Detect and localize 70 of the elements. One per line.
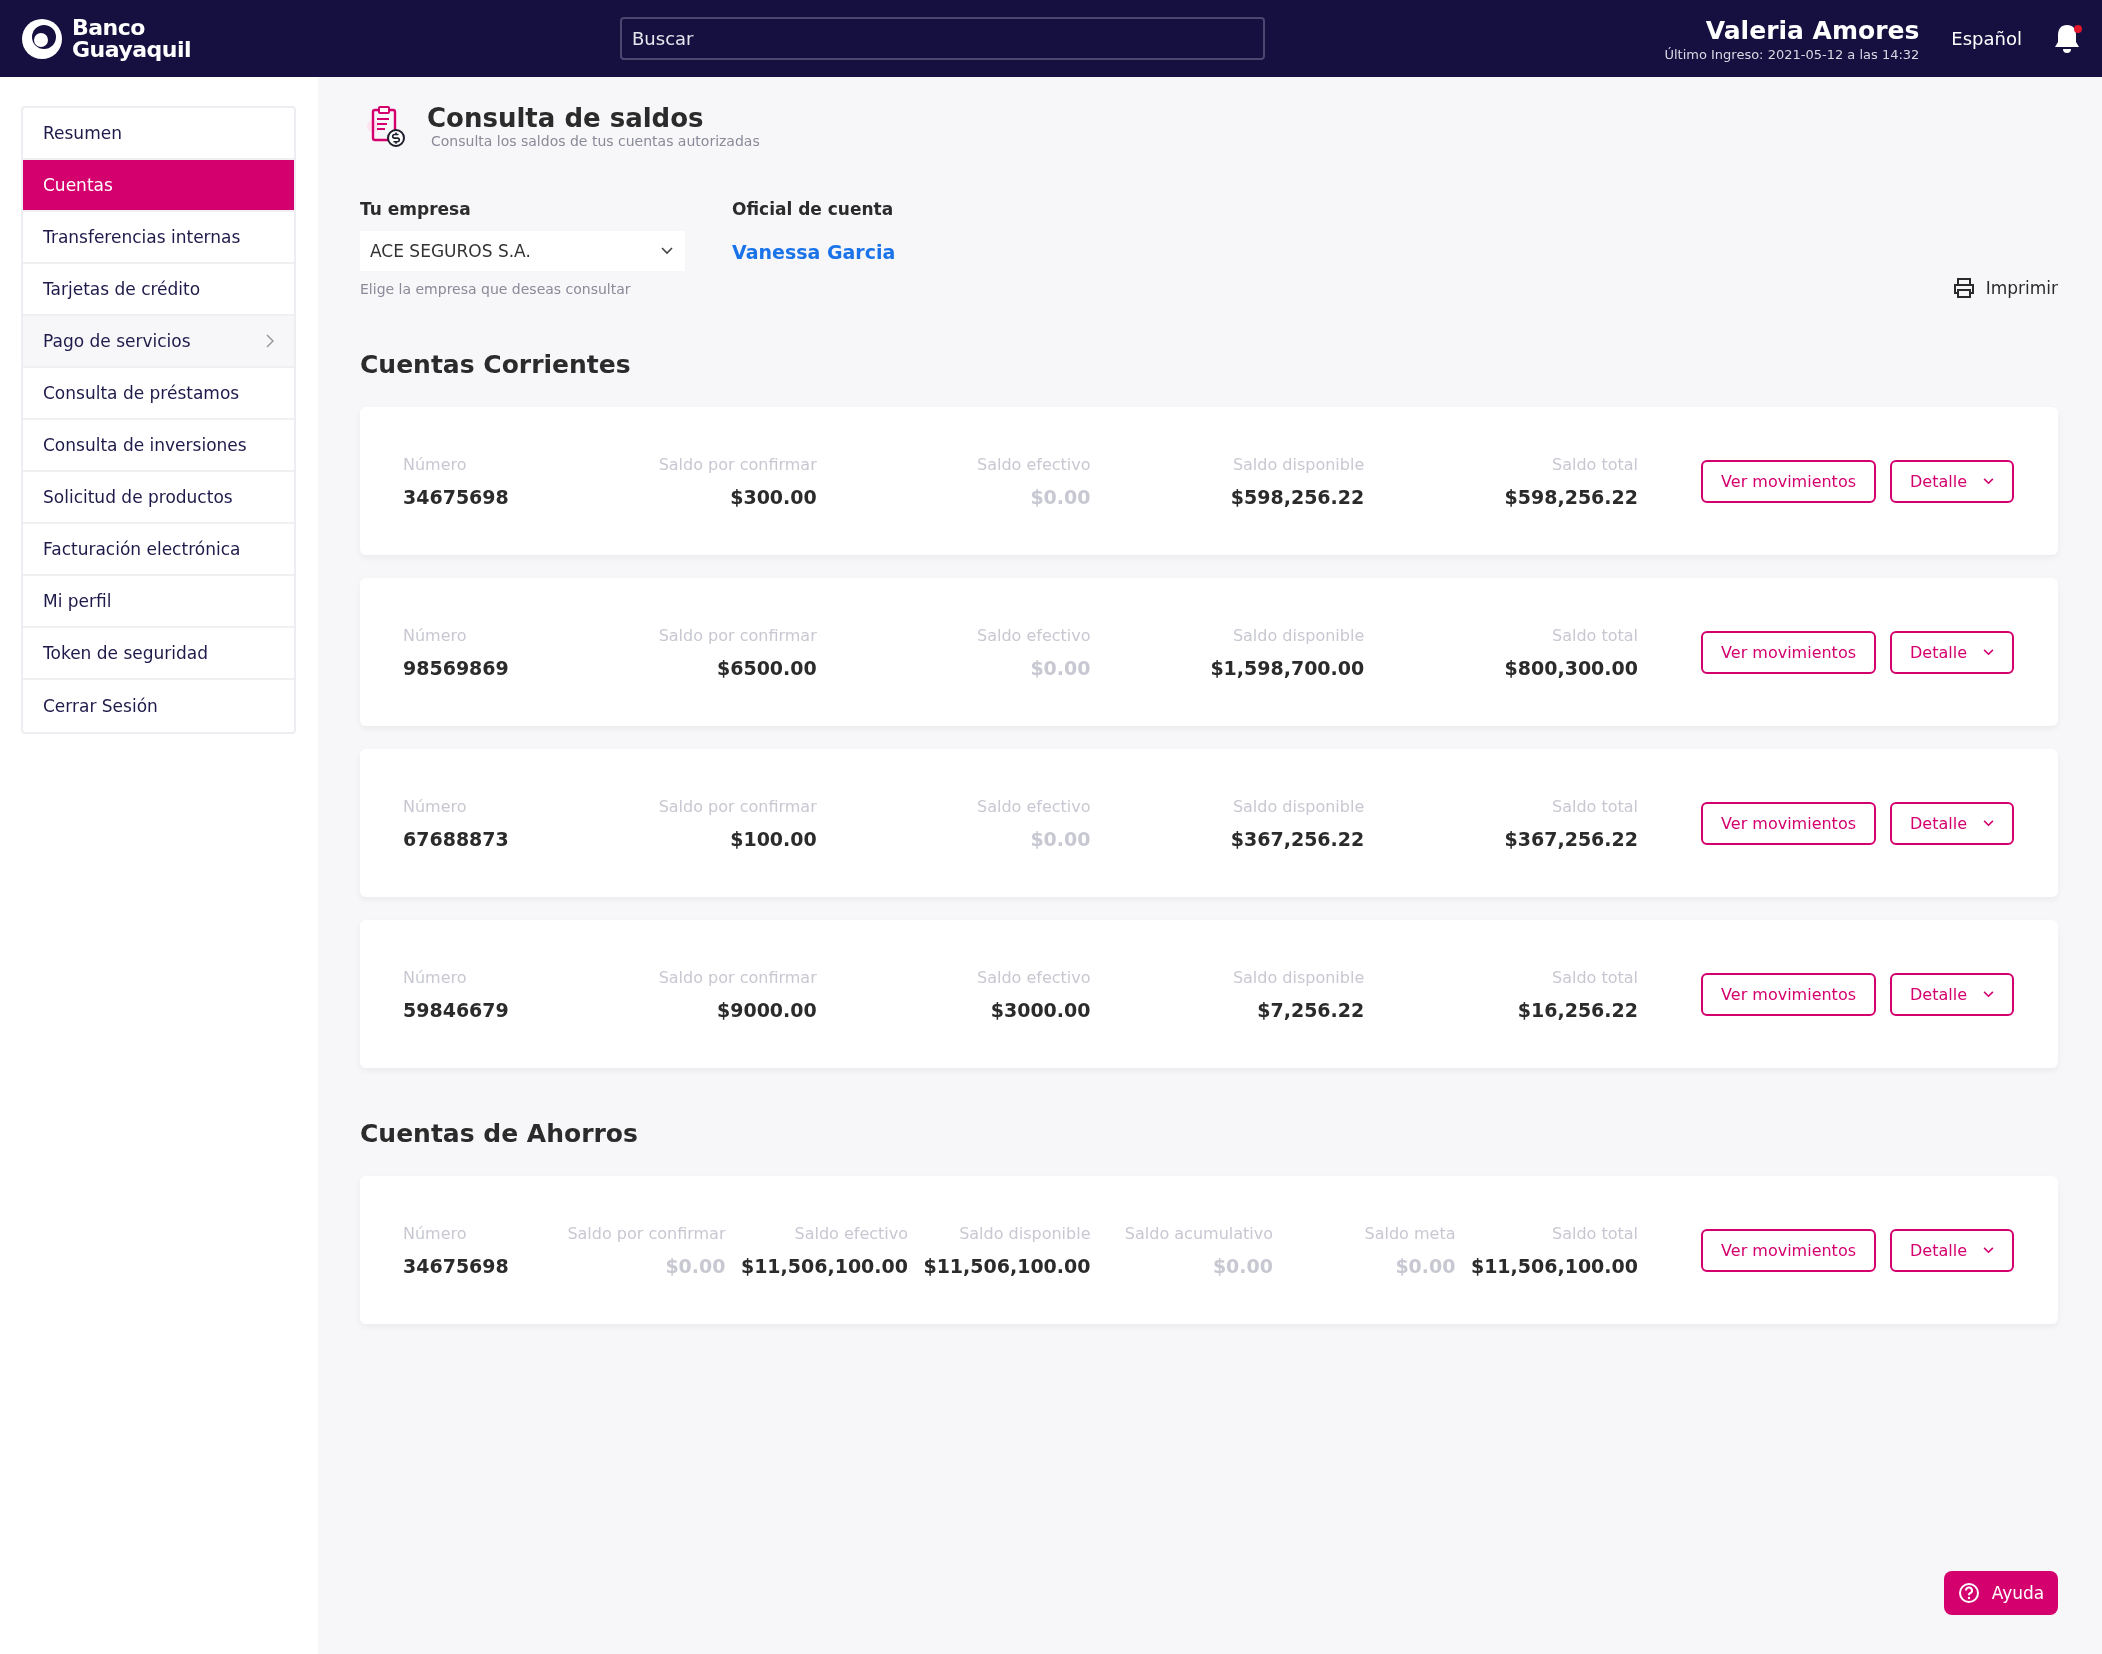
detail-button[interactable]: Detalle [1890,459,2014,503]
field-value: $6500.00 [717,656,817,679]
detail-button[interactable]: Detalle [1890,972,2014,1016]
company-hint: Elige la empresa que deseas consultar [360,281,632,297]
receipt-dollar-icon [367,104,407,148]
company-dropdown[interactable]: ACE SEGUROS S.A. [360,231,685,271]
print-button[interactable]: Imprimir [1951,277,2058,299]
view-movements-button[interactable]: Ver movimientos [1701,459,1876,503]
search-field[interactable]: Buscar [620,17,1265,60]
question-icon [1957,1582,1980,1604]
field-value: $3000.00 [990,998,1091,1021]
detail-button[interactable]: Detalle [1890,630,2014,674]
view-movements-button[interactable]: Ver movimientos [1701,1228,1876,1272]
field-value: 67688873 [403,827,509,850]
sidebar-item[interactable]: Pago de servicios [23,316,294,368]
sidebar-item[interactable]: Solicitud de productos [23,472,294,524]
last-login-text: Último Ingreso: 2021-05-12 a las 14:32 [1664,46,1920,62]
sidebar-item[interactable]: Token de seguridad [23,628,294,680]
sidebar-item[interactable]: Facturación electrónica [23,524,294,576]
help-button[interactable]: Ayuda [1944,1571,2058,1615]
field-value: $11,506,100.00 [740,1254,908,1277]
chevron-down-icon [1983,1246,1994,1254]
printer-icon [1951,277,1976,299]
field-value: $367,256.22 [1504,827,1638,850]
field-value: 59846679 [403,998,509,1021]
officer-label: Oficial de cuenta [732,199,895,219]
chevron-down-icon [661,247,673,255]
bank-name: Guayaquil [72,38,192,61]
field-value: $1,598,700.00 [1210,656,1365,679]
bell-icon[interactable] [2052,22,2082,55]
officer-link[interactable]: Vanessa Garcia [732,241,896,263]
sidebar-item[interactable]: Cerrar Sesión [23,680,294,732]
field-value: 34675698 [403,485,509,508]
detail-button[interactable]: Detalle [1890,801,2014,845]
chevron-right-icon [266,334,274,348]
field-value: $598,256.22 [1230,485,1365,508]
bank-name: Banco [72,16,146,39]
field-value: $7,256.22 [1257,998,1365,1021]
language-selector[interactable]: Español [1951,28,2022,49]
field-value: 34675698 [403,1254,509,1277]
chevron-down-icon [1983,477,1994,485]
sidebar-item[interactable]: Transferencias internas [23,212,294,264]
detail-button[interactable]: Detalle [1890,1228,2014,1272]
field-value: $367,256.22 [1230,827,1365,850]
logo-icon[interactable] [20,16,64,61]
field-value: $11,506,100.00 [1470,1254,1638,1277]
view-movements-button[interactable]: Ver movimientos [1701,801,1876,845]
view-movements-button[interactable]: Ver movimientos [1701,630,1876,674]
sidebar-item[interactable]: Consulta de inversiones [23,420,294,472]
field-value: $300.00 [730,485,817,508]
sidebar-item[interactable]: Cuentas [23,160,294,212]
chevron-down-icon [1983,819,1994,827]
field-value: $800,300.00 [1504,656,1638,679]
sidebar-item[interactable]: Consulta de préstamos [23,368,294,420]
page-subtitle: Consulta los saldos de tus cuentas autorizadas [431,133,760,149]
page-title: Consulta de saldos [427,103,705,133]
user-name: Valeria Amores [1705,15,1920,45]
field-value: $100.00 [730,827,817,850]
field-value: 98569869 [403,656,509,679]
field-value: $9000.00 [717,998,817,1021]
sidebar-item[interactable]: Mi perfil [23,576,294,628]
company-label: Tu empresa [360,199,472,219]
field-value: $598,256.22 [1504,485,1638,508]
section-title: Cuentas Corrientes [360,350,632,379]
view-movements-button[interactable]: Ver movimientos [1701,972,1876,1016]
chevron-down-icon [1983,648,1994,656]
field-value: $11,506,100.00 [923,1254,1091,1277]
section-title: Cuentas de Ahorros [360,1119,639,1148]
field-value: $16,256.22 [1517,998,1638,1021]
chevron-down-icon [1983,990,1994,998]
